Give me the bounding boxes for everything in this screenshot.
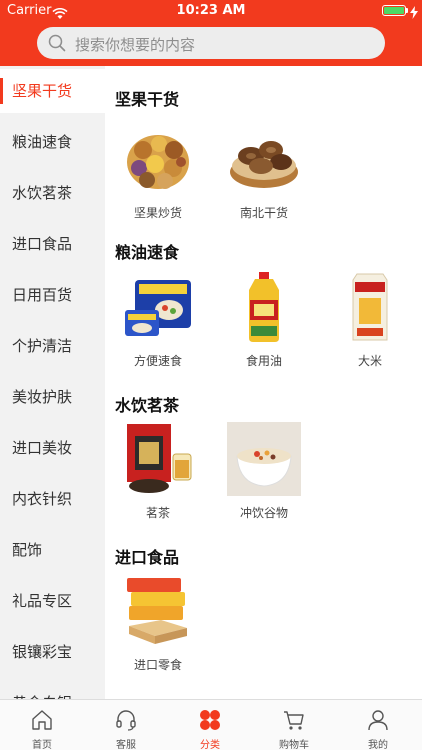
cart-icon (282, 708, 306, 732)
product-item[interactable]: 进口零食 (111, 574, 205, 673)
mixed-nuts-image (121, 122, 195, 196)
sidebar-item-underwear[interactable]: 内衣针织 (0, 477, 105, 521)
product-item[interactable]: 冲饮谷物 (217, 422, 311, 521)
section-title: 水饮茗茶 (115, 396, 180, 415)
search-bar[interactable]: 搜索你想要的内容 (37, 27, 385, 59)
profile-icon (366, 708, 390, 732)
tab-label: 我的 (368, 740, 388, 750)
sidebar-item-drinks-tea[interactable]: 水饮茗茶 (0, 171, 105, 215)
product-name: 茗茶 (145, 506, 170, 520)
charging-bolt-icon (410, 4, 418, 23)
sidebar-item-gold-silver[interactable]: 黄金白银 (0, 681, 105, 699)
app-screen: Carrier 10:23 AM 搜索你想要的内容 坚果干货 粮油速食 水饮茗茶… (0, 0, 422, 750)
product-name: 食用油 (245, 354, 282, 368)
product-name: 大米 (357, 354, 382, 368)
product-item[interactable]: 方便速食 (111, 270, 205, 369)
sidebar-item-personal-care[interactable]: 个护清洁 (0, 324, 105, 368)
tab-profile[interactable]: 我的 (336, 700, 420, 750)
sidebar-item-skincare[interactable]: 美妆护肤 (0, 375, 105, 419)
clock: 10:23 AM (176, 3, 246, 18)
dried-mushrooms-image (227, 122, 301, 196)
category-icon (198, 708, 222, 732)
tab-category[interactable]: 分类 (168, 700, 252, 750)
product-name: 方便速食 (133, 354, 182, 368)
battery-icon (382, 5, 406, 16)
product-name: 冲饮谷物 (239, 506, 288, 520)
sidebar-item-nuts[interactable]: 坚果干货 (0, 69, 105, 113)
search-placeholder[interactable]: 搜索你想要的内容 (75, 34, 195, 55)
section-title: 进口食品 (115, 548, 180, 567)
search-icon (48, 34, 66, 56)
sidebar-item-daily-goods[interactable]: 日用百货 (0, 273, 105, 317)
sidebar-item-accessories[interactable]: 配饰 (0, 528, 105, 572)
tab-cart[interactable]: 购物车 (252, 700, 336, 750)
tab-service[interactable]: 客服 (84, 700, 168, 750)
wafer-snacks-image (121, 574, 195, 648)
status-bar: Carrier 10:23 AM (0, 0, 422, 22)
tea-box-image (121, 422, 195, 496)
category-sidebar: 坚果干货 粮油速食 水饮茗茶 进口食品 日用百货 个护清洁 美妆护肤 进口美妆 … (0, 66, 105, 699)
tab-label: 首页 (32, 740, 52, 750)
section-title: 坚果干货 (115, 90, 180, 109)
tab-label: 分类 (200, 740, 220, 750)
oil-bottle-image (227, 270, 301, 344)
product-item[interactable]: 南北干货 (217, 122, 311, 221)
rice-bag-image (333, 270, 407, 344)
tab-bar: 首页 客服 分类 购物车 我的 (0, 699, 422, 750)
home-icon (30, 708, 54, 732)
product-name: 进口零食 (133, 658, 182, 672)
product-item[interactable]: 食用油 (217, 270, 311, 369)
headset-icon (114, 708, 138, 732)
sidebar-item-grain-oil[interactable]: 粮油速食 (0, 120, 105, 164)
product-name: 坚果炒货 (133, 206, 182, 220)
product-item[interactable]: 大米 (323, 270, 417, 369)
cereal-bowl-image (227, 422, 301, 496)
product-item[interactable]: 坚果炒货 (111, 122, 205, 221)
sidebar-item-imported-food[interactable]: 进口食品 (0, 222, 105, 266)
product-name: 南北干货 (239, 206, 288, 220)
sidebar-item-imported-beauty[interactable]: 进口美妆 (0, 426, 105, 470)
tab-home[interactable]: 首页 (0, 700, 84, 750)
battery-cap (406, 8, 408, 13)
instant-noodles-image (121, 270, 195, 344)
header: Carrier 10:23 AM 搜索你想要的内容 (0, 0, 422, 66)
section-title: 粮油速食 (115, 243, 180, 262)
category-content: 坚果干货 坚果炒货 南北干货 粮油速食 方便速食 食用油 大米 水饮茗茶 茗茶 … (105, 66, 422, 699)
tab-label: 购物车 (279, 740, 309, 750)
sidebar-item-silver-gems[interactable]: 银镶彩宝 (0, 630, 105, 674)
tab-label: 客服 (116, 740, 136, 750)
product-item[interactable]: 茗茶 (111, 422, 205, 521)
sidebar-item-gifts[interactable]: 礼品专区 (0, 579, 105, 623)
